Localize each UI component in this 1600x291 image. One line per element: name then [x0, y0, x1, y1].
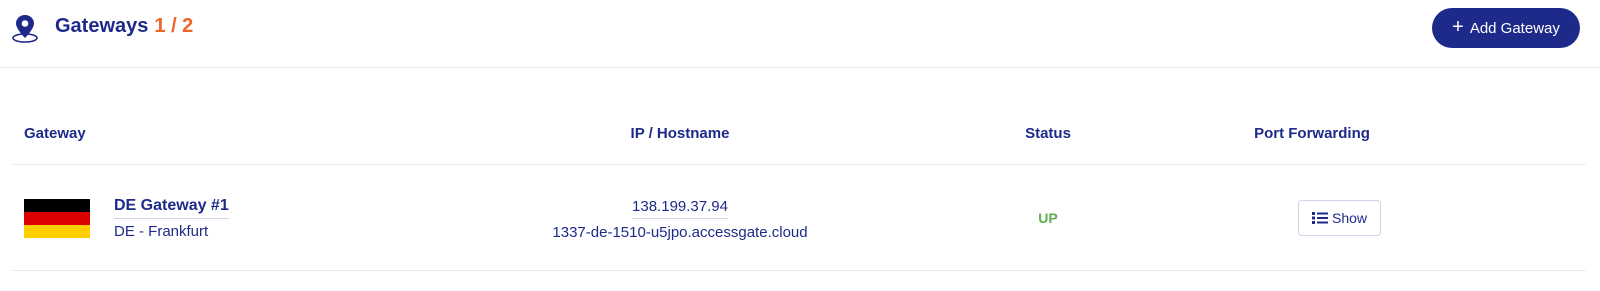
gateways-table: Gateway IP / Hostname Status Port Forwar…	[12, 108, 1586, 271]
gateway-location: DE - Frankfurt	[114, 223, 209, 240]
page-header: Gateways 1 / 2 + Add Gateway	[0, 0, 1600, 68]
show-port-forwarding-button[interactable]: Show	[1298, 200, 1381, 236]
plus-icon: +	[1452, 15, 1464, 38]
add-gateway-label: Add Gateway	[1469, 19, 1560, 37]
gateway-count: 1 / 2	[154, 15, 194, 37]
ip-hostname-cell: 138.199.37.94 1337-de-1510-u5jpo.accessg…	[468, 198, 892, 241]
add-gateway-button[interactable]: + Add Gateway	[1432, 8, 1580, 48]
ip-address-link[interactable]: 138.199.37.94	[632, 198, 728, 219]
hostname: 1337-de-1510-u5jpo.accessgate.cloud	[552, 224, 808, 241]
table-row: DE Gateway #1 DE - Frankfurt 138.199.37.…	[12, 165, 1586, 271]
page-title-text: Gateways	[55, 15, 149, 37]
column-header-gateway: Gateway	[24, 125, 86, 142]
page-title: Gateways 1 / 2	[55, 15, 193, 38]
germany-flag-icon	[24, 199, 90, 238]
map-pin-icon	[9, 12, 41, 44]
table-header: Gateway IP / Hostname Status Port Forwar…	[12, 108, 1586, 165]
list-icon	[1311, 211, 1328, 225]
show-label: Show	[1331, 210, 1368, 226]
gateway-name-link[interactable]: DE Gateway #1	[114, 197, 229, 219]
column-header-port-forwarding: Port Forwarding	[1254, 125, 1370, 142]
column-header-ip-hostname: IP / Hostname	[630, 125, 730, 142]
status-badge: UP	[1038, 210, 1058, 226]
column-header-status: Status	[1025, 125, 1071, 142]
